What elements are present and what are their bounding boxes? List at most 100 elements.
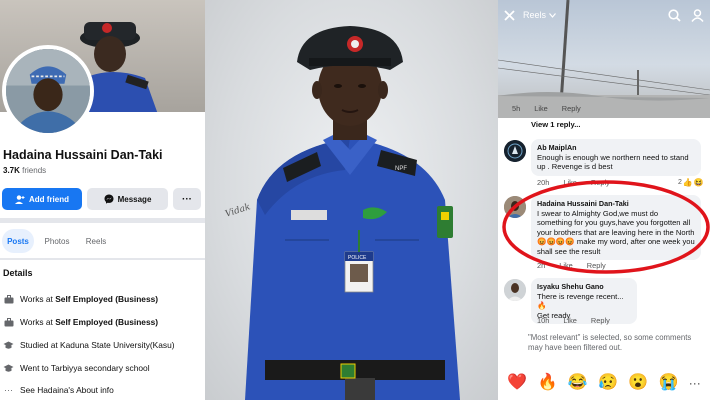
message-button[interactable]: Message <box>87 188 168 210</box>
like-reaction-icon: 👍 <box>682 178 693 187</box>
avatar-image <box>504 196 526 218</box>
reply-link[interactable]: Reply <box>587 261 606 270</box>
tab-reels-label: Reels <box>85 236 107 246</box>
detail-text: See Hadaina's About info <box>20 385 114 395</box>
profile-tabs: Posts Photos Reels <box>0 229 205 253</box>
add-friend-button[interactable]: Add friend <box>2 188 82 210</box>
avatar-image <box>504 279 526 301</box>
comment-author[interactable]: Isyaku Shehu Gano <box>537 282 631 291</box>
comment-meta: 10h Like Reply <box>537 316 610 325</box>
search-icon[interactable] <box>668 8 681 22</box>
heart-reaction-icon[interactable]: ❤️ <box>507 375 527 391</box>
avatar-image <box>504 140 526 162</box>
more-options-button[interactable]: ··· <box>173 188 201 210</box>
like-link[interactable]: Like <box>559 261 573 270</box>
comment-time: 2h <box>537 261 546 270</box>
profile-icon[interactable] <box>691 8 704 22</box>
tabs-divider <box>0 258 205 260</box>
detail-prefix: Works at <box>20 294 56 304</box>
filter-notice: "Most relevant" is selected, so some com… <box>528 333 692 353</box>
comment-meta: 2h Like Reply <box>537 261 606 270</box>
chevron-down-icon <box>549 12 556 18</box>
comment-text: Enough is enough we northern need to sta… <box>537 153 689 172</box>
crying-reaction-icon[interactable]: 😭 <box>659 375 679 391</box>
reply-link[interactable]: Reply <box>562 104 581 113</box>
see-about-info-link[interactable]: ··· See Hadaina's About info <box>3 385 114 395</box>
comment-author[interactable]: Ab MaiplAn <box>537 143 695 152</box>
reply-link[interactable]: Reply <box>591 178 610 187</box>
section-divider <box>0 218 205 223</box>
avatar-photo <box>6 49 90 133</box>
tab-posts-label: Posts <box>7 236 29 246</box>
like-link[interactable]: Like <box>534 104 548 113</box>
more-reactions-icon[interactable]: ··· <box>689 377 701 389</box>
comment-bubble[interactable]: Hadaina Hussaini Dan-Taki I swear to Alm… <box>531 195 701 261</box>
detail-work-2: Works at Self Employed (Business) <box>3 317 158 327</box>
reaction-bar: ❤️ 🔥 😂 😥 😮 😭 ··· <box>498 366 710 400</box>
detail-text: Went to Tarbiyya secondary school <box>20 363 150 373</box>
comment-avatar[interactable] <box>504 279 526 301</box>
briefcase-icon <box>3 317 14 327</box>
reels-header-actions <box>668 8 704 22</box>
sad-reaction-icon[interactable]: 😥 <box>598 375 618 391</box>
reels-title-dropdown[interactable]: Reels <box>523 10 556 20</box>
profile-name: Hadaina Hussaini Dan-Taki <box>3 148 163 162</box>
profile-avatar[interactable] <box>2 45 94 137</box>
laughing-reaction-icon[interactable]: 😂 <box>568 375 588 391</box>
detail-bold: Self Employed (Business) <box>55 294 159 304</box>
comment-bubble[interactable]: Ab MaiplAn Enough is enough we northern … <box>531 139 701 176</box>
reply-link[interactable]: Reply <box>591 316 610 325</box>
reaction-count[interactable]: 2 👍 😆 <box>678 178 704 187</box>
add-friend-label: Add friend <box>29 194 69 204</box>
close-icon[interactable] <box>504 9 515 21</box>
like-link[interactable]: Like <box>563 316 577 325</box>
comment-avatar[interactable] <box>504 140 526 162</box>
detail-university: Studied at Kaduna State University(Kasu) <box>3 340 175 350</box>
officer-illustration: NPF POLICE <box>245 26 460 400</box>
comment-meta: 20h Like Reply <box>537 178 610 187</box>
epaulette-label: NPF <box>395 166 407 172</box>
friends-number: 3.7K <box>3 166 20 175</box>
more-icon: ··· <box>4 385 13 395</box>
comment-time: 10h <box>537 316 550 325</box>
detail-bold: Self Employed (Business) <box>55 317 159 327</box>
reels-title: Reels <box>523 10 547 20</box>
tab-posts[interactable]: Posts <box>2 229 34 253</box>
tab-reels[interactable]: Reels <box>82 229 110 253</box>
comment-author[interactable]: Hadaina Hussaini Dan-Taki <box>537 199 695 208</box>
reels-header: Reels <box>504 6 704 24</box>
like-link[interactable]: Like <box>563 178 577 187</box>
reels-comments-panel: Reels 5h Like Reply View 1 reply... Ab M… <box>498 0 710 400</box>
friends-label: friends <box>22 166 47 175</box>
comment-time: 5h <box>512 104 521 113</box>
officer-photo: NPF POLICE Vidak <box>205 0 498 400</box>
detail-prefix: Works at <box>20 317 56 327</box>
detail-school: Went to Tarbiyya secondary school <box>3 363 150 373</box>
detail-text: Studied at Kaduna State University(Kasu) <box>20 340 175 350</box>
view-replies-link[interactable]: View 1 reply... <box>531 120 581 129</box>
comment-avatar[interactable] <box>504 196 526 218</box>
id-card-label: POLICE <box>348 255 367 261</box>
details-heading: Details <box>3 268 33 278</box>
comment-text: There is revenge recent...🔥 <box>537 292 624 311</box>
wow-reaction-icon[interactable]: 😮 <box>628 375 648 391</box>
previous-comment-meta: 5h Like Reply <box>512 104 581 113</box>
graduation-cap-icon <box>3 340 14 350</box>
add-person-icon <box>15 194 25 204</box>
facebook-profile-panel: Hadaina Hussaini Dan-Taki 3.7K friends A… <box>0 0 205 400</box>
friends-count[interactable]: 3.7K friends <box>3 166 46 175</box>
haha-reaction-icon: 😆 <box>693 178 704 187</box>
reaction-number: 2 <box>678 179 682 186</box>
detail-work-1: Works at Self Employed (Business) <box>3 294 158 304</box>
screenshot-collage: Hadaina Hussaini Dan-Taki 3.7K friends A… <box>0 0 710 400</box>
comment-text: I swear to Almighty God,we must do somet… <box>537 209 695 256</box>
briefcase-icon <box>3 294 14 304</box>
messenger-icon <box>104 194 114 204</box>
message-label: Message <box>117 194 152 204</box>
reel-video-preview[interactable]: Reels <box>498 0 710 118</box>
more-options-icon: ··· <box>182 193 192 205</box>
fire-reaction-icon[interactable]: 🔥 <box>537 375 557 391</box>
comment-time: 20h <box>537 178 550 187</box>
graduation-cap-icon <box>3 363 14 373</box>
tab-photos[interactable]: Photos <box>42 229 72 253</box>
